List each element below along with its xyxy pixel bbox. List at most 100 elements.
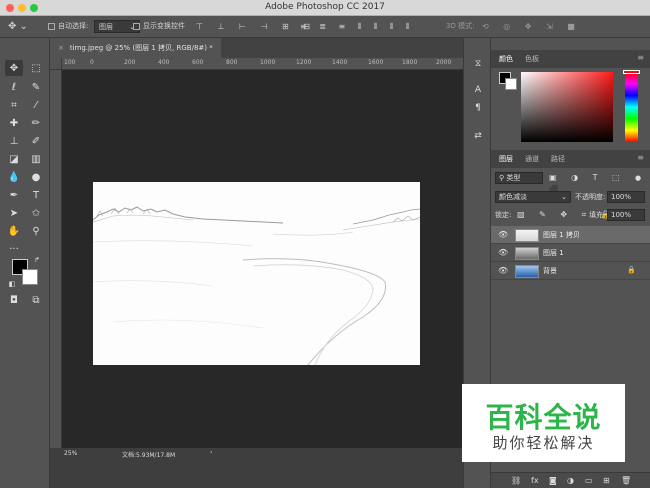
document-tab[interactable]: × timg.jpeg @ 25% (图层 1 拷贝, RGB/8#) *	[50, 38, 221, 58]
tab-channels[interactable]: 通道	[525, 154, 539, 164]
brush-tool-icon[interactable]: ✏	[27, 115, 45, 131]
blend-mode-dropdown[interactable]: 颜色减淡 ⌄	[495, 191, 571, 203]
tab-color[interactable]: 颜色	[499, 54, 513, 64]
chevron-down-icon: ⌄	[561, 193, 567, 201]
eye-icon[interactable]: 👁	[498, 248, 508, 257]
fill-value: 100%	[611, 211, 632, 219]
delete-layer-icon[interactable]: 🗑	[621, 476, 631, 485]
layer-row[interactable]: 👁 图层 1	[491, 244, 650, 262]
ruler-label: 800	[226, 59, 238, 66]
opacity-label: 不透明度:	[575, 193, 606, 201]
panel-menu-icon[interactable]: ≡	[637, 53, 644, 62]
eraser-tool-icon[interactable]: ◪	[5, 151, 23, 167]
close-tab-icon[interactable]: ×	[58, 44, 64, 52]
checkbox-icon	[133, 22, 140, 30]
type-tool-icon[interactable]: T	[27, 187, 45, 203]
pen-tool-icon[interactable]: ✒	[5, 187, 23, 203]
ruler-label: 100	[64, 59, 76, 66]
link-layers-icon[interactable]: ⛓	[511, 476, 521, 485]
canvas-area[interactable]	[62, 70, 463, 448]
color-picker-field[interactable]	[521, 72, 613, 142]
layer-row[interactable]: 👁 背景 🔒	[491, 262, 650, 280]
clone-stamp-tool-icon[interactable]: ⊥	[5, 133, 23, 149]
layer-filter-dropdown[interactable]: ⚲ 类型	[495, 172, 543, 184]
auto-select-checkbox[interactable]: 自动选择:	[48, 20, 88, 33]
gradient-tool-icon[interactable]: ▥	[27, 151, 45, 167]
marquee-tool-icon[interactable]: ⬚	[27, 60, 45, 76]
adjustment-layer-icon[interactable]: ◑	[567, 476, 574, 485]
tools-panel: ✥ ⬚ ℓ ✎ ⌗ ⁄ ✚ ✏ ⊥ ✐ ◪ ▥ 💧 ● ✒ T ➤ ✩ ✋ ⚲ …	[0, 38, 50, 488]
move-tool-icon[interactable]: ✥	[5, 60, 23, 76]
tab-swatches[interactable]: 色板	[525, 54, 539, 64]
ruler-label: 1800	[402, 59, 418, 66]
crop-tool-icon[interactable]: ⌗	[5, 97, 23, 113]
layers-panel-footer: ⛓ fx ◙ ◑ ▭ ⊞ 🗑	[491, 472, 650, 488]
tab-layers[interactable]: 图层	[499, 154, 513, 164]
layer-row[interactable]: 👁 图层 1 拷贝	[491, 226, 650, 244]
new-layer-icon[interactable]: ⊞	[603, 476, 610, 485]
ruler-label: 1000	[260, 59, 276, 66]
path-select-tool-icon[interactable]: ➤	[5, 205, 23, 221]
show-transform-checkbox[interactable]: 显示变换控件	[133, 20, 185, 33]
3d-mode-buttons[interactable]: ⟲ ◎ ✥ ⇲ ■	[482, 20, 581, 33]
add-mask-icon[interactable]: ◙	[549, 476, 557, 485]
ruler-label: 0	[90, 59, 94, 66]
layer-name: 图层 1 拷贝	[543, 231, 580, 239]
opacity-input[interactable]: 100%	[607, 191, 645, 203]
window-title: Adobe Photoshop CC 2017	[265, 2, 385, 12]
blur-tool-icon[interactable]: 💧	[5, 169, 23, 185]
status-menu-arrow[interactable]: ›	[210, 449, 212, 456]
ruler-label: 1400	[332, 59, 348, 66]
background-color-swatch[interactable]	[22, 269, 38, 285]
dodge-tool-icon[interactable]: ●	[27, 169, 45, 185]
filter-toggle-icon[interactable]: ●	[635, 172, 641, 184]
eye-icon[interactable]: 👁	[498, 230, 508, 239]
tab-paths[interactable]: 路径	[551, 154, 565, 164]
document-image[interactable]	[93, 182, 420, 365]
properties-panel-icon[interactable]: ⇄	[472, 130, 484, 142]
panel-menu-icon[interactable]: ≡	[637, 153, 644, 162]
hue-slider-handle[interactable]	[623, 70, 640, 74]
layers-panel-tabs: 图层 通道 路径 ≡	[491, 150, 650, 168]
history-panel-icon[interactable]: ⧖	[472, 58, 484, 70]
eyedropper-tool-icon[interactable]: ⁄	[27, 97, 45, 113]
hand-tool-icon[interactable]: ✋	[5, 223, 23, 239]
history-brush-tool-icon[interactable]: ✐	[27, 133, 45, 149]
distribute-buttons[interactable]: ≡ ≣ ≡ ⦀ ⦀ ⦀ ⦀	[300, 20, 414, 33]
lock-label: 锁定:	[495, 211, 512, 219]
eye-icon[interactable]: 👁	[498, 266, 508, 275]
paragraph-panel-icon[interactable]: ¶	[472, 102, 484, 114]
quick-mask-icon[interactable]: ◘	[5, 292, 23, 308]
healing-brush-tool-icon[interactable]: ✚	[5, 115, 23, 131]
ruler-label: 200	[124, 59, 136, 66]
hue-slider[interactable]	[625, 72, 638, 142]
watermark-logo: 百科全说 助你轻松解决	[462, 384, 625, 462]
fill-input[interactable]: 100%	[607, 209, 645, 221]
ruler-corner	[50, 58, 62, 70]
document-info: 文档:5.93M/17.8M	[122, 452, 176, 459]
shape-tool-icon[interactable]: ✩	[27, 205, 45, 221]
background-color-mini[interactable]	[505, 78, 517, 90]
watermark-title: 百科全说	[485, 401, 602, 434]
character-panel-icon[interactable]: A	[472, 84, 484, 96]
watermark-subtitle: 助你轻松解决	[492, 434, 595, 452]
layer-thumbnail	[515, 247, 539, 260]
layer-filter-label: 类型	[506, 174, 521, 182]
default-colors-icon[interactable]: ◧	[3, 276, 21, 292]
new-group-icon[interactable]: ▭	[585, 476, 593, 485]
swap-colors-icon[interactable]: ↱	[28, 252, 46, 268]
align-buttons[interactable]: ⊤ ⊥ ⊢ ⊣ ⊞ ⊟	[196, 20, 316, 33]
ruler-label: 400	[158, 59, 170, 66]
move-tool-icon[interactable]: ✥ ⌄	[8, 20, 28, 33]
3d-mode-label: 3D 模式:	[446, 22, 475, 30]
layer-style-icon[interactable]: fx	[531, 476, 539, 485]
vertical-ruler	[50, 70, 62, 448]
more-tools-icon[interactable]: ···	[5, 241, 23, 257]
quick-select-tool-icon[interactable]: ✎	[27, 79, 45, 95]
lasso-tool-icon[interactable]: ℓ	[5, 79, 23, 95]
layer-name: 背景	[543, 267, 557, 275]
zoom-level[interactable]: 25%	[64, 450, 77, 457]
zoom-tool-icon[interactable]: ⚲	[27, 223, 45, 239]
horizontal-ruler: 100 0 200 400 600 800 1000 1200 1400 160…	[62, 58, 463, 70]
screen-mode-icon[interactable]: ⧉	[27, 292, 45, 308]
